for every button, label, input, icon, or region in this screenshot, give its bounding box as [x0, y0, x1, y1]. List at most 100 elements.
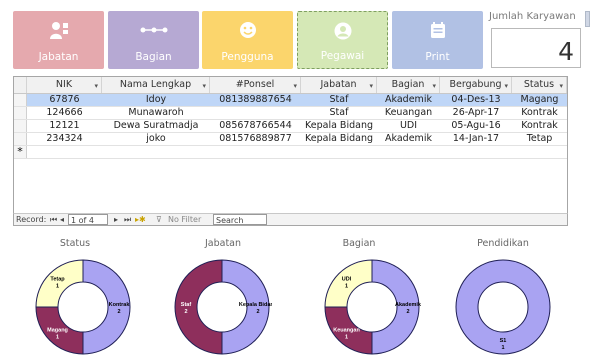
sort-dropdown-icon[interactable]: ▾ — [504, 78, 508, 94]
network-dots-icon — [108, 20, 199, 40]
slice-value: 2 — [184, 309, 187, 315]
slice-label: UDI — [342, 277, 352, 283]
row-selector[interactable] — [14, 120, 27, 132]
sort-dropdown-icon[interactable]: ▾ — [202, 78, 206, 94]
bagian-donut-chart: Akademik2Keuangan1UDI1 — [324, 259, 422, 355]
cell-nama[interactable]: joko — [102, 133, 210, 145]
cell-status[interactable]: Tetap — [512, 133, 567, 145]
cell-nik[interactable]: 234324 — [27, 133, 102, 145]
status-donut-chart: Kontrak2Magang1Tetap1 — [35, 259, 131, 355]
sort-dropdown-icon[interactable]: ▾ — [559, 78, 563, 94]
cell-ponsel[interactable] — [210, 107, 301, 119]
jabatan-button[interactable]: Jabatan — [13, 11, 104, 69]
row-selector[interactable] — [14, 107, 27, 119]
next-record-icon[interactable]: ▸ — [114, 214, 118, 225]
column-label-jabatan: Jabatan — [320, 79, 357, 90]
new-record-icon[interactable]: ▸✱ — [135, 214, 146, 225]
slice-label: Magang — [47, 327, 68, 333]
cell-bagian[interactable]: UDI — [377, 120, 440, 132]
column-header-bergabung[interactable]: Bergabung ▾ — [440, 77, 512, 93]
cell-bergabung[interactable]: 05-Agu-16 — [440, 120, 512, 132]
bagian-button[interactable]: Bagian — [108, 11, 199, 69]
slice-udi — [324, 259, 373, 308]
jabatan-donut-chart: Kepala Bidang2Staf2 — [174, 259, 272, 355]
cell-nik[interactable]: 124666 — [27, 107, 102, 119]
filter-icon[interactable]: ⊽ — [156, 214, 162, 225]
cell-nama[interactable]: Munawaroh — [102, 107, 210, 119]
column-label-status: Status — [523, 79, 555, 90]
cell-nik[interactable]: 12121 — [27, 120, 102, 132]
table-row[interactable]: 67876 Idoy 081389887654 Staf Akademik 04-Des-… — [14, 94, 567, 107]
select-all-corner[interactable] — [14, 77, 27, 93]
slice-value: 2 — [256, 309, 259, 315]
calendar-icon — [392, 20, 483, 40]
pegawai-button[interactable]: Pegawai — [297, 11, 388, 69]
last-record-icon[interactable]: ⏭ — [124, 214, 131, 225]
slice-label: S1 — [500, 338, 507, 344]
cell-ponsel[interactable]: 085678766544 — [210, 120, 301, 132]
cell-jabatan[interactable]: Staf — [301, 107, 377, 119]
print-button[interactable]: Print — [392, 11, 483, 69]
column-header-jabatan[interactable]: Jabatan ▾ — [301, 77, 377, 93]
cell-ponsel[interactable]: 081389887654 — [210, 94, 301, 106]
slice-label: Keuangan — [333, 327, 360, 333]
jabatan-label: Jabatan — [38, 51, 79, 63]
slice-value: 2 — [117, 309, 120, 315]
cell-bergabung[interactable]: 14-Jan-17 — [440, 133, 512, 145]
cell-bagian[interactable]: Akademik — [377, 94, 440, 106]
user-circle-icon — [298, 21, 387, 41]
column-label-ponsel: #Ponsel — [235, 79, 275, 90]
sort-dropdown-icon[interactable]: ▾ — [369, 78, 373, 94]
no-filter-label[interactable]: No Filter — [168, 214, 201, 225]
column-label-nama: Nama Lengkap — [119, 79, 192, 90]
jumlah-karyawan-label: Jumlah Karyawan — [489, 11, 576, 22]
search-field[interactable]: Search — [213, 214, 267, 225]
cell-status[interactable]: Kontrak — [512, 107, 567, 119]
previous-record-icon[interactable]: ◂ — [60, 214, 64, 225]
chart-title-pendidikan: Pendidikan — [477, 238, 529, 249]
column-header-nik[interactable]: NIK ▾ — [27, 77, 102, 93]
slice-value: 1 — [56, 334, 59, 340]
sort-dropdown-icon[interactable]: ▾ — [293, 78, 297, 94]
column-header-status[interactable]: Status ▾ — [512, 77, 567, 93]
sort-dropdown-icon[interactable]: ▾ — [432, 78, 436, 94]
cell-status[interactable]: Kontrak — [512, 120, 567, 132]
pengguna-label: Pengguna — [221, 51, 274, 63]
row-selector[interactable]: * — [14, 146, 27, 158]
slice-value: 1 — [56, 284, 59, 290]
row-selector[interactable] — [14, 94, 27, 106]
print-label: Print — [425, 51, 450, 63]
table-row[interactable]: 124666 Munawaroh Staf Keuangan 26-Apr-17 Kont… — [14, 107, 567, 120]
bagian-label: Bagian — [135, 51, 172, 63]
column-header-nama[interactable]: Nama Lengkap ▾ — [102, 77, 210, 93]
cell-ponsel[interactable]: 081576889877 — [210, 133, 301, 145]
cell-jabatan[interactable]: Kepala Bidang — [301, 133, 377, 145]
column-header-bagian[interactable]: Bagian ▾ — [377, 77, 440, 93]
jumlah-karyawan-value: 4 — [558, 37, 574, 66]
slice-value: 1 — [345, 334, 348, 340]
cell-nama[interactable]: Idoy — [102, 94, 210, 106]
column-header-ponsel[interactable]: #Ponsel ▾ — [210, 77, 301, 93]
new-record-row[interactable]: * — [14, 146, 567, 159]
current-record-field[interactable]: 1 of 4 — [68, 214, 108, 225]
slice-label: Staf — [181, 302, 192, 308]
pengguna-button[interactable]: Pengguna — [202, 11, 293, 69]
chart-title-bagian: Bagian — [342, 238, 376, 249]
cell-jabatan[interactable]: Kepala Bidang — [301, 120, 377, 132]
first-record-icon[interactable]: ⏮ — [50, 214, 57, 225]
cell-bergabung[interactable]: 04-Des-13 — [440, 94, 512, 106]
row-selector[interactable] — [14, 133, 27, 145]
cell-nik[interactable]: 67876 — [27, 94, 102, 106]
cell-status[interactable]: Magang — [512, 94, 567, 106]
sort-dropdown-icon[interactable]: ▾ — [94, 78, 98, 94]
column-label-bagian: Bagian — [391, 79, 425, 90]
cell-jabatan[interactable]: Staf — [301, 94, 377, 106]
record-navigator: Record: ⏮ ◂ 1 of 4 ▸ ⏭ ▸✱ ⊽ No Filter Se… — [13, 213, 568, 226]
table-row[interactable]: 234324 joko 081576889877 Kepala Bidang Akade… — [14, 133, 567, 146]
side-panel-tab[interactable] — [585, 11, 590, 27]
cell-bagian[interactable]: Akademik — [377, 133, 440, 145]
cell-bergabung[interactable]: 26-Apr-17 — [440, 107, 512, 119]
cell-nama[interactable]: Dewa Suratmadja — [102, 120, 210, 132]
table-row[interactable]: 12121 Dewa Suratmadja 085678766544 Kepala B… — [14, 120, 567, 133]
cell-bagian[interactable]: Keuangan — [377, 107, 440, 119]
